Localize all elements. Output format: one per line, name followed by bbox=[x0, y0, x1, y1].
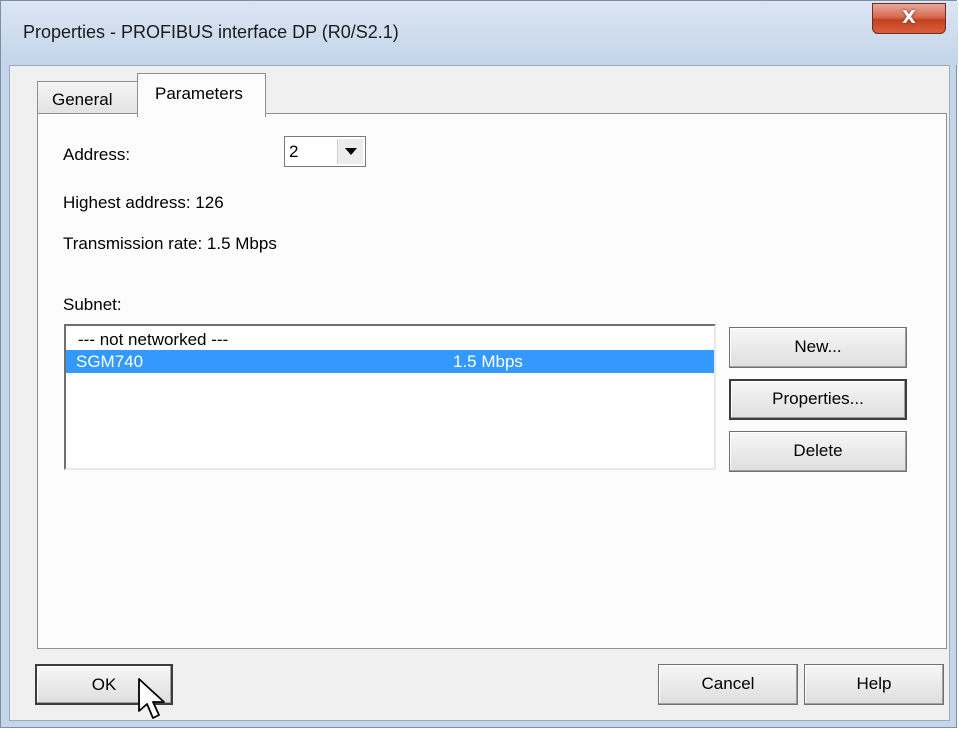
dropdown-arrow-icon[interactable] bbox=[337, 139, 363, 164]
transmission-rate-text: Transmission rate: 1.5 Mbps bbox=[63, 234, 277, 253]
subnet-rate: 1.5 Mbps bbox=[453, 352, 523, 371]
parameters-panel: Address: 2 Highest address: 126 Transmis… bbox=[37, 113, 947, 649]
subnet-list[interactable]: --- not networked --- SGM740 1.5 Mbps bbox=[64, 324, 716, 470]
properties-dialog: Properties - PROFIBUS interface DP (R0/S… bbox=[0, 0, 958, 728]
address-label: Address: bbox=[63, 145, 131, 164]
subnet-label: Subnet: bbox=[63, 295, 122, 314]
address-select[interactable]: 2 bbox=[284, 136, 366, 167]
delete-subnet-button[interactable]: Delete bbox=[729, 431, 907, 472]
tab-parameters-label: Parameters bbox=[155, 84, 243, 103]
list-item[interactable]: SGM740 1.5 Mbps bbox=[66, 350, 714, 373]
help-button[interactable]: Help bbox=[804, 664, 944, 705]
highest-address-text: Highest address: 126 bbox=[63, 193, 224, 212]
title-bar[interactable]: Properties - PROFIBUS interface DP (R0/S… bbox=[1, 1, 958, 65]
subnet-name: SGM740 bbox=[76, 352, 144, 371]
mouse-cursor-icon bbox=[138, 678, 165, 719]
cancel-button[interactable]: Cancel bbox=[658, 664, 798, 705]
tab-parameters[interactable]: Parameters bbox=[137, 73, 266, 117]
address-value: 2 bbox=[289, 142, 299, 161]
tab-general-label: General bbox=[52, 90, 113, 109]
dialog-client-area: General Parameters Address: 2 Highest ad… bbox=[9, 65, 950, 721]
tab-general[interactable]: General bbox=[37, 81, 139, 114]
close-icon: X bbox=[902, 7, 916, 28]
list-item[interactable]: --- not networked --- bbox=[66, 328, 714, 351]
subnet-properties-button[interactable]: Properties... bbox=[729, 379, 907, 420]
close-button[interactable]: X bbox=[872, 3, 946, 34]
new-subnet-button[interactable]: New... bbox=[729, 327, 907, 368]
subnet-name: --- not networked --- bbox=[78, 330, 229, 349]
window-title: Properties - PROFIBUS interface DP (R0/S… bbox=[23, 22, 399, 42]
